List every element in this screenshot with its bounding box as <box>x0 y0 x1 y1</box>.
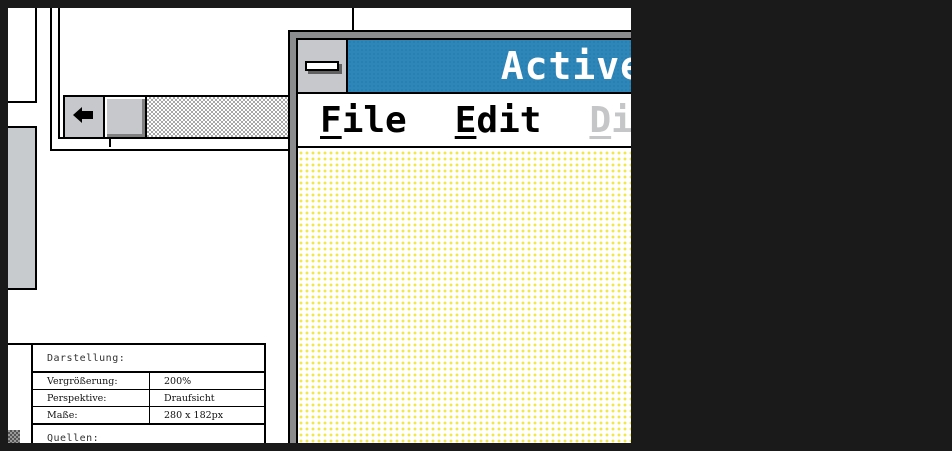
menu-file-mnemonic: F <box>320 99 342 141</box>
left-gray-panel <box>8 126 37 290</box>
info-value: 280 x 182px <box>164 409 224 421</box>
client-area[interactable] <box>298 150 631 443</box>
menu-edit-mnemonic: E <box>454 99 477 141</box>
window-title: Active <box>500 44 631 88</box>
menu-edit[interactable]: Edit <box>455 100 542 141</box>
info-row: Vergrößerung: 200% <box>33 373 264 390</box>
scroll-left-button[interactable] <box>65 97 105 137</box>
arrow-left-icon <box>73 107 95 127</box>
info-table-content: Darstellung: Vergrößerung: 200% Perspekt… <box>31 345 264 443</box>
menu-edit-label: dit <box>476 99 542 141</box>
canvas: Active File Edit Displ Darstellung: Verg… <box>8 8 631 443</box>
info-key: Maße: <box>33 407 150 423</box>
menu-bar: File Edit Displ <box>298 94 631 148</box>
system-menu-button[interactable] <box>298 40 348 92</box>
scroll-track[interactable] <box>147 97 294 137</box>
info-row: Maße: 280 x 182px <box>33 407 264 425</box>
menu-file-label: ile <box>341 99 407 141</box>
info-key: Perspektive: <box>33 390 150 406</box>
info-heading: Darstellung: <box>33 345 264 373</box>
menu-file[interactable]: File <box>320 100 407 141</box>
active-window-body: Active File Edit Displ <box>296 38 631 443</box>
pattern-swatch <box>8 430 20 443</box>
title-bar[interactable]: Active <box>298 40 631 94</box>
menu-display-label: ispl <box>611 99 631 141</box>
info-table: Darstellung: Vergrößerung: 200% Perspekt… <box>8 343 266 443</box>
info-value: Draufsicht <box>164 392 215 404</box>
info-row: Perspektive: Draufsicht <box>33 390 264 407</box>
minus-icon <box>305 61 339 71</box>
info-value: 200% <box>164 375 192 387</box>
active-window[interactable]: Active File Edit Displ <box>288 30 631 443</box>
horizontal-scrollbar[interactable] <box>63 95 296 139</box>
info-footer: Quellen: <box>47 432 100 444</box>
menu-display: Displ <box>589 100 631 141</box>
scroll-thumb[interactable] <box>105 97 147 137</box>
menu-display-mnemonic: D <box>589 99 612 141</box>
title-bar-caption[interactable]: Active <box>348 40 631 92</box>
info-key: Vergrößerung: <box>33 373 150 389</box>
left-panel <box>8 8 37 103</box>
